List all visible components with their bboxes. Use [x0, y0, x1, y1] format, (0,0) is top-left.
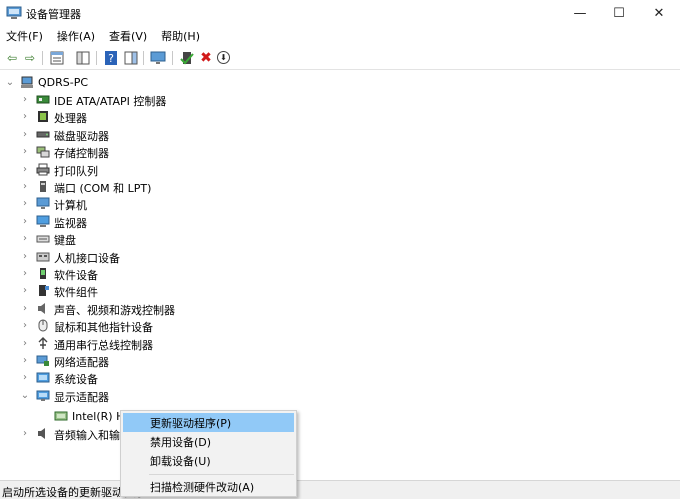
chevron-right-icon[interactable]: ›: [20, 143, 30, 160]
menu-item-scan-hardware[interactable]: 扫描检测硬件改动(A): [123, 477, 294, 496]
scan-hardware-icon[interactable]: ⬇: [217, 51, 230, 64]
print-queue-icon: [36, 163, 50, 176]
processor-icon: [38, 111, 48, 123]
chevron-right-icon[interactable]: ›: [20, 369, 30, 386]
toolbar-divider: [172, 51, 173, 65]
tree-item-label: 显示适配器: [54, 390, 109, 404]
window-title: 设备管理器: [26, 8, 81, 21]
menu-bar: 文件(F) 操作(A) 查看(V) 帮助(H): [0, 26, 680, 46]
chevron-right-icon[interactable]: ›: [20, 161, 30, 178]
display-adapter-icon: [36, 390, 50, 401]
update-driver-icon[interactable]: [179, 50, 195, 66]
minimize-button[interactable]: —: [559, 0, 601, 26]
usb-controller-icon: [38, 336, 48, 349]
menu-item-disable-device[interactable]: 禁用设备(D): [123, 432, 294, 451]
toolbar-divider: [96, 51, 97, 65]
menu-item-update-driver[interactable]: 更新驱动程序(P): [123, 413, 294, 432]
chevron-right-icon[interactable]: ›: [20, 213, 30, 230]
system-device-icon: [36, 372, 50, 383]
context-menu: 更新驱动程序(P) 禁用设备(D) 卸载设备(U) 扫描检测硬件改动(A): [120, 410, 297, 497]
chevron-right-icon[interactable]: ›: [20, 300, 30, 317]
tree-item-label: 打印队列: [54, 164, 98, 178]
tree-item-label: 存储控制器: [54, 147, 109, 161]
close-button[interactable]: ✕: [638, 0, 680, 26]
action-pane-icon[interactable]: [123, 50, 139, 66]
chevron-right-icon[interactable]: ›: [20, 335, 30, 352]
tree-item-label: 监视器: [54, 216, 87, 230]
chevron-right-icon[interactable]: ›: [20, 282, 30, 299]
chevron-right-icon[interactable]: ›: [20, 178, 30, 195]
svg-text:?: ?: [108, 52, 114, 65]
computer-icon: [21, 76, 33, 88]
menu-action[interactable]: 操作(A): [57, 28, 95, 44]
disk-drive-icon: [36, 131, 50, 138]
chevron-right-icon[interactable]: ›: [20, 317, 30, 334]
uninstall-icon[interactable]: ✖: [198, 50, 214, 66]
chevron-down-icon[interactable]: ⌄: [20, 387, 30, 404]
tree-item-label: 键盘: [54, 234, 76, 248]
sound-video-game-icon: [38, 302, 45, 314]
forward-icon[interactable]: ⇨: [22, 50, 38, 66]
ide-controller-icon: [36, 95, 50, 104]
tree-item-label: 人机接口设备: [54, 251, 120, 265]
software-component-icon: [39, 285, 49, 297]
title-bar: 设备管理器 — ☐ ✕: [0, 0, 680, 26]
tree-item-label: 计算机: [54, 199, 87, 213]
properties-icon[interactable]: [49, 50, 65, 66]
computer-icon: [36, 197, 50, 210]
toolbar-divider: [42, 51, 43, 65]
back-icon[interactable]: ⇦: [4, 50, 20, 66]
device-tree[interactable]: ⌄ QDRS-PC › IDE ATA/ATAPI 控制器 › 处理器 › 磁盘驱动器 › 存…: [0, 71, 680, 479]
software-device-icon: [40, 268, 46, 279]
help-icon[interactable]: ?: [103, 50, 119, 66]
tree-item-label: 端口 (COM 和 LPT): [54, 182, 152, 195]
chevron-right-icon[interactable]: ›: [20, 248, 30, 265]
network-adapter-icon: [36, 355, 49, 366]
tree-item-label: 软件组件: [54, 286, 98, 300]
human-interface-device-icon: [36, 252, 50, 262]
show-hide-console-tree-icon[interactable]: [75, 50, 91, 66]
menu-item-uninstall-device[interactable]: 卸载设备(U): [123, 451, 294, 470]
chevron-right-icon[interactable]: ›: [20, 425, 30, 442]
menu-help[interactable]: 帮助(H): [161, 28, 200, 44]
tree-item-label: 通用串行总线控制器: [54, 338, 153, 352]
tree-item-label: 软件设备: [54, 269, 98, 282]
port-icon: [40, 181, 46, 192]
tree-item-label: 鼠标和其他指针设备: [54, 321, 153, 335]
chevron-right-icon[interactable]: ›: [20, 195, 30, 212]
chevron-right-icon[interactable]: ›: [20, 91, 30, 108]
mouse-icon: [38, 319, 48, 332]
chevron-right-icon[interactable]: ›: [20, 126, 30, 143]
chevron-right-icon[interactable]: ›: [20, 265, 30, 282]
tree-item-label: 处理器: [54, 112, 87, 126]
monitor-icon: [36, 215, 50, 227]
menu-file[interactable]: 文件(F): [6, 28, 43, 44]
tree-item-label: IDE ATA/ATAPI 控制器: [54, 95, 167, 108]
tree-item-label: 系统设备: [54, 373, 98, 387]
tree-item-label: 磁盘驱动器: [54, 129, 109, 143]
toolbar-divider: [143, 51, 144, 65]
menu-separator: [149, 474, 294, 475]
chevron-right-icon[interactable]: ›: [20, 352, 30, 369]
toolbar: ⇦ ⇨ ? ✖ ⬇: [0, 46, 680, 70]
chevron-down-icon[interactable]: ⌄: [5, 74, 15, 91]
keyboard-icon: [36, 235, 50, 243]
storage-controller-icon: [36, 146, 50, 158]
menu-view[interactable]: 查看(V): [109, 28, 147, 44]
tree-item-label: 声音、视频和游戏控制器: [54, 303, 175, 317]
status-bar: 启动所选设备的更新驱动程序: [0, 480, 680, 499]
chevron-right-icon[interactable]: ›: [20, 230, 30, 247]
chevron-right-icon[interactable]: ›: [20, 108, 30, 125]
device-manager-icon: [6, 6, 22, 19]
tree-root-label: QDRS-PC: [38, 76, 89, 89]
display-adapter-icon: [54, 411, 68, 421]
monitor-icon[interactable]: [150, 50, 166, 66]
speaker-icon: [38, 428, 45, 439]
tree-item-label: 网络适配器: [54, 356, 109, 369]
maximize-button[interactable]: ☐: [598, 0, 640, 26]
